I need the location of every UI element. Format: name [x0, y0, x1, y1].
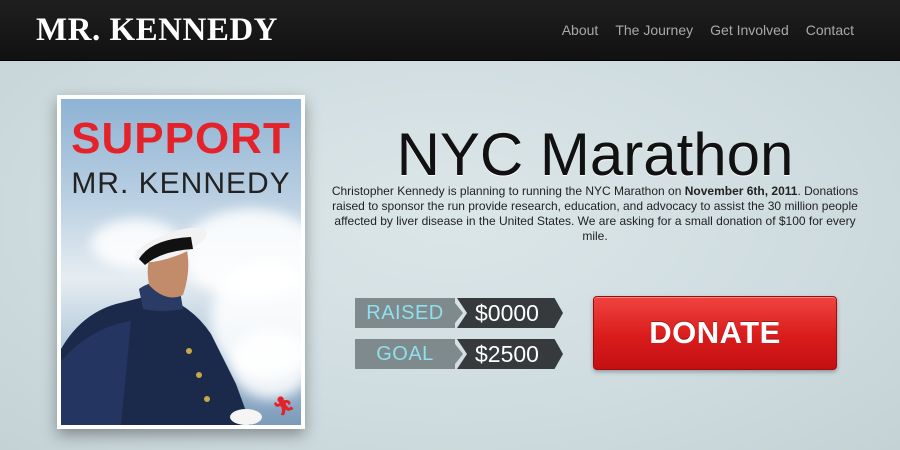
- campaign-poster: SUPPORT MR. KENNEDY 🏃︎: [57, 95, 305, 429]
- main-nav: About The Journey Get Involved Contact: [562, 21, 854, 39]
- donate-button[interactable]: DONATE: [593, 296, 837, 370]
- navbar: MR. KENNEDY About The Journey Get Involv…: [0, 0, 900, 61]
- nav-about[interactable]: About: [562, 21, 599, 39]
- goal-amount: $2500: [457, 339, 563, 369]
- raised-label: RAISED: [355, 298, 455, 328]
- nav-the-journey[interactable]: The Journey: [615, 21, 693, 39]
- page-title: NYC Marathon: [396, 121, 794, 188]
- event-date: November 6th, 2011: [684, 184, 798, 198]
- poster-subhead: MR. KENNEDY: [71, 167, 291, 200]
- goal-stat: GOAL $2500: [355, 339, 565, 369]
- poster-image: SUPPORT MR. KENNEDY 🏃︎: [61, 99, 301, 425]
- nav-get-involved[interactable]: Get Involved: [710, 21, 789, 39]
- site-brand[interactable]: MR. KENNEDY: [36, 10, 278, 50]
- raised-stat: RAISED $0000: [355, 298, 565, 328]
- description-text: Christopher Kennedy is planning to runni…: [331, 184, 685, 198]
- campaign-description: Christopher Kennedy is planning to runni…: [325, 184, 865, 244]
- runner-icon: 🏃︎: [272, 396, 295, 416]
- goal-label: GOAL: [355, 339, 455, 369]
- poster-headline: SUPPORT: [71, 114, 291, 163]
- raised-amount: $0000: [457, 298, 563, 328]
- nav-contact[interactable]: Contact: [806, 21, 854, 39]
